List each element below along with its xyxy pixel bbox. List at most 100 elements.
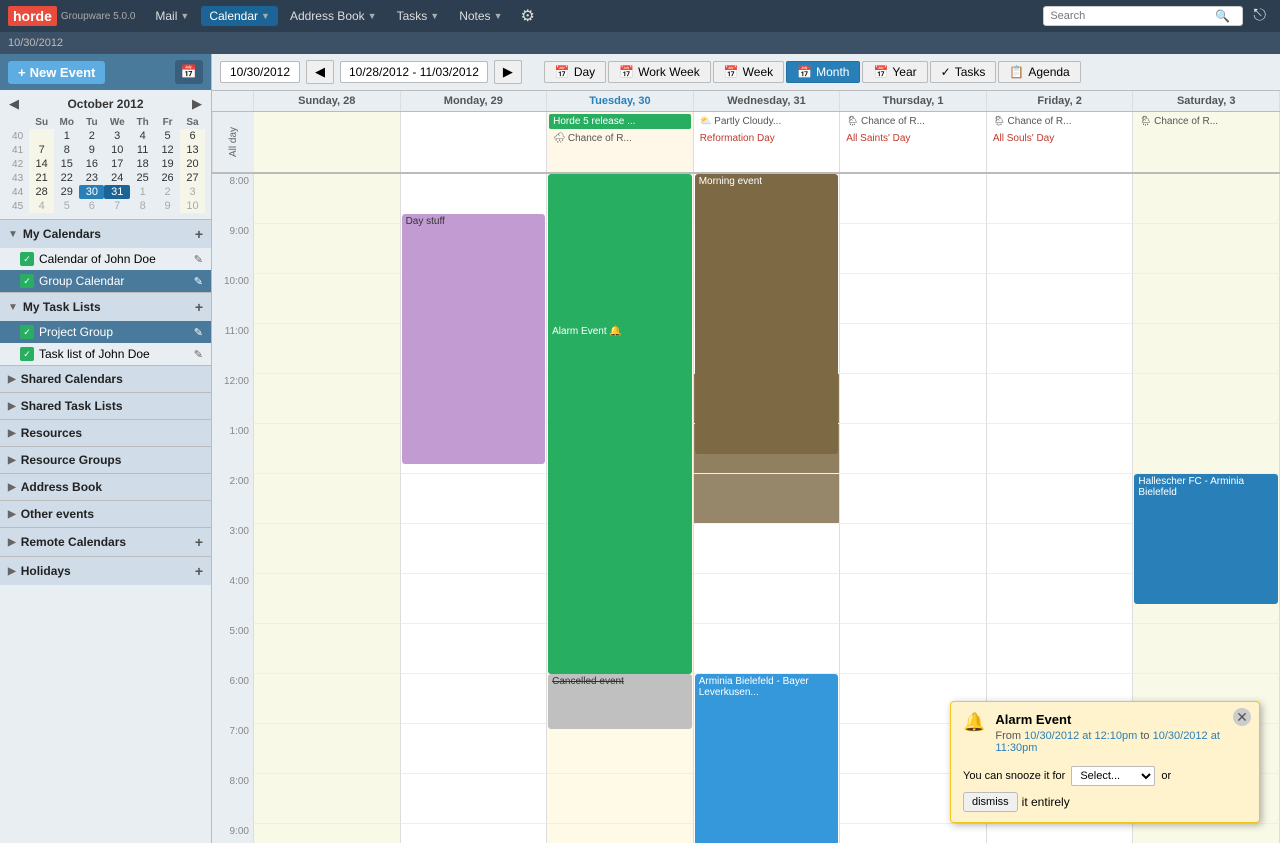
mini-cal-day[interactable]: 25 (130, 171, 155, 185)
all-day-thu[interactable]: 🌦 Chance of R... All Saints' Day (840, 112, 987, 172)
col-header-thu[interactable]: Thursday, 1 (840, 91, 987, 111)
add-remote-calendar-icon[interactable]: + (195, 534, 203, 550)
mini-cal-next[interactable]: ▶ (189, 96, 205, 112)
tab-agenda[interactable]: 📋 Agenda (998, 61, 1080, 83)
cell-mon-700[interactable] (401, 724, 548, 774)
cell-sat-1200[interactable] (1133, 374, 1280, 424)
col-header-tue[interactable]: Tuesday, 30 (547, 91, 694, 111)
cell-fri-1100[interactable] (987, 324, 1134, 374)
mini-cal-day[interactable]: 13 (180, 143, 205, 157)
cell-sat-1000[interactable] (1133, 274, 1280, 324)
cell-thu-900pm[interactable] (840, 824, 987, 843)
cell-sun-900[interactable] (254, 224, 401, 274)
cell-sun-1200[interactable] (254, 374, 401, 424)
cell-wed-200[interactable] (694, 474, 841, 524)
cell-mon-300[interactable] (401, 524, 548, 574)
mini-cal-day[interactable]: 28 (29, 185, 54, 199)
mini-cal-day[interactable]: 23 (79, 171, 104, 185)
add-calendar-icon[interactable]: + (195, 226, 203, 242)
my-task-lists-header[interactable]: ▼ My Task Lists + (0, 293, 211, 321)
cell-thu-800[interactable] (840, 174, 987, 224)
mini-cal-day[interactable]: 11 (130, 143, 155, 157)
remote-calendars-header[interactable]: ▶ Remote Calendars + (0, 528, 211, 556)
morning-event[interactable]: Morning event (695, 174, 839, 454)
cell-fri-900pm[interactable] (987, 824, 1134, 843)
all-souls-day[interactable]: All Souls' Day (989, 131, 1131, 146)
cell-sun-500[interactable] (254, 624, 401, 674)
cell-sun-900pm[interactable] (254, 824, 401, 843)
cell-wed-500[interactable] (694, 624, 841, 674)
day-stuff-event[interactable]: Day stuff (402, 214, 546, 464)
new-event-button[interactable]: + New Event (8, 61, 105, 84)
resources-header[interactable]: ▶ Resources (0, 420, 211, 446)
cell-sun-400[interactable] (254, 574, 401, 624)
all-day-sat[interactable]: 🌦 Chance of R... (1133, 112, 1280, 172)
tab-month[interactable]: 📅 Month (786, 61, 860, 83)
reformation-day[interactable]: Reformation Day (696, 131, 838, 146)
mini-cal-day[interactable]: 9 (79, 143, 104, 157)
cell-thu-400[interactable] (840, 574, 987, 624)
mini-cal-prev[interactable]: ◀ (6, 96, 22, 112)
tab-tasks[interactable]: ✓ Tasks (930, 61, 997, 83)
mini-cal-day[interactable]: 4 (29, 199, 54, 213)
all-day-fri[interactable]: 🌦 Chance of R... All Souls' Day (987, 112, 1134, 172)
logout-icon[interactable]: ⎋ (1247, 4, 1272, 28)
resource-groups-header[interactable]: ▶ Resource Groups (0, 447, 211, 473)
mini-cal-day[interactable]: 19 (155, 157, 180, 171)
cell-sun-200[interactable] (254, 474, 401, 524)
cell-thu-200[interactable] (840, 474, 987, 524)
cell-fri-400[interactable] (987, 574, 1134, 624)
cell-thu-900[interactable] (840, 224, 987, 274)
alarm-close-button[interactable]: ✕ (1233, 708, 1251, 726)
tab-year[interactable]: 📅 Year (862, 61, 927, 83)
cell-sun-300[interactable] (254, 524, 401, 574)
mini-cal-day[interactable]: 10 (104, 143, 130, 157)
gear-icon[interactable]: ⚙ (514, 3, 540, 29)
cell-thu-1000[interactable] (840, 274, 987, 324)
edit-project-group-icon[interactable]: ✎ (194, 326, 203, 339)
search-input[interactable] (1050, 10, 1215, 22)
next-week-button[interactable]: ▶ (494, 60, 522, 84)
cell-sat-1100[interactable] (1133, 324, 1280, 374)
mini-cal-day[interactable]: 7 (104, 199, 130, 213)
mini-cal-day[interactable]: 8 (130, 199, 155, 213)
mini-cal-today[interactable]: 30 (79, 185, 104, 199)
mini-cal-day[interactable]: 9 (155, 199, 180, 213)
cell-tue-600[interactable]: Cancelled event (547, 674, 694, 724)
mini-cal-day[interactable]: 8 (54, 143, 79, 157)
mini-cal-day[interactable]: 20 (180, 157, 205, 171)
col-header-sun[interactable]: Sunday, 28 (254, 91, 401, 111)
mini-cal-day[interactable]: 2 (79, 129, 104, 143)
mini-cal-day[interactable]: 22 (54, 171, 79, 185)
weather-event-fri[interactable]: 🌦 Chance of R... (989, 114, 1131, 129)
cell-tue-800[interactable] (547, 174, 694, 224)
nav-addressbook[interactable]: Address Book ▼ (282, 6, 385, 26)
edit-calendar-icon[interactable]: ✎ (194, 253, 203, 266)
mini-cal-day[interactable]: 16 (79, 157, 104, 171)
mini-cal-day[interactable]: 1 (54, 129, 79, 143)
arminia-bayer-event[interactable]: Arminia Bielefeld - Bayer Leverkusen... (695, 674, 839, 843)
cell-mon-400[interactable] (401, 574, 548, 624)
mini-cal-selected[interactable]: 31 (104, 185, 130, 199)
holidays-header[interactable]: ▶ Holidays + (0, 557, 211, 585)
cell-wed-400[interactable] (694, 574, 841, 624)
weather-event-wed[interactable]: ⛅ Partly Cloudy... (696, 114, 838, 129)
cell-sun-100[interactable] (254, 424, 401, 474)
calendar-picker-icon[interactable]: 📅 (175, 60, 203, 84)
mini-cal-day[interactable]: 21 (29, 171, 54, 185)
cell-sun-1000[interactable] (254, 274, 401, 324)
cell-sun-800pm[interactable] (254, 774, 401, 824)
prev-week-button[interactable]: ◀ (306, 60, 334, 84)
other-events-header[interactable]: ▶ Other events (0, 501, 211, 527)
nav-calendar[interactable]: Calendar ▼ (201, 6, 278, 26)
sidebar-item-group-calendar[interactable]: ✓ Group Calendar ✎ (0, 270, 211, 292)
cell-sun-600[interactable] (254, 674, 401, 724)
mini-cal-day[interactable]: 2 (155, 185, 180, 199)
cancelled-event[interactable]: Cancelled event (548, 674, 692, 729)
cell-tue-700[interactable] (547, 724, 694, 774)
mini-cal-day[interactable]: 3 (180, 185, 205, 199)
cell-mon-900pm[interactable] (401, 824, 548, 843)
mini-cal-day[interactable]: 10 (180, 199, 205, 213)
cell-fri-100[interactable] (987, 424, 1134, 474)
search-icon[interactable]: 🔍 (1215, 9, 1230, 23)
